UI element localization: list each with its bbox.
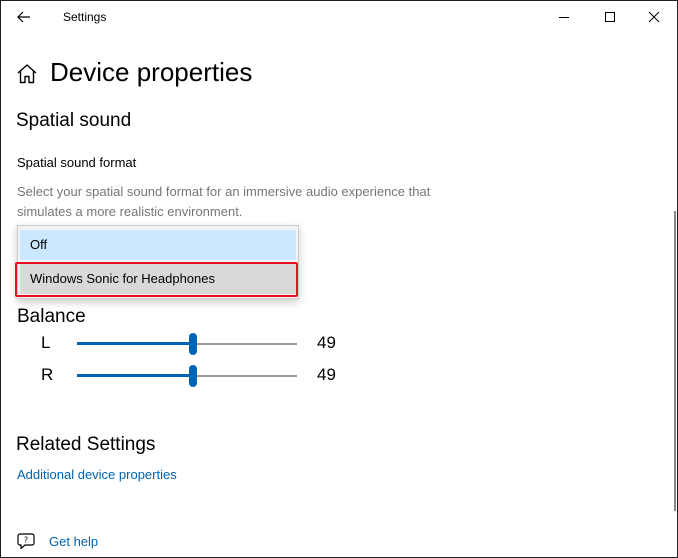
dropdown-option-windows-sonic[interactable]: Windows Sonic for Headphones	[20, 264, 296, 294]
app-title: Settings	[63, 10, 107, 24]
spatial-sound-format-dropdown-list: Off Windows Sonic for Headphones	[17, 225, 299, 299]
balance-value-right: 49	[317, 365, 336, 384]
back-button[interactable]	[9, 3, 39, 31]
spatial-sound-heading: Spatial sound	[16, 110, 132, 131]
spatial-sound-description: Select your spatial sound format for an …	[17, 184, 431, 219]
balance-slider-right[interactable]	[77, 365, 297, 387]
back-arrow-icon	[17, 11, 30, 23]
balance-heading: Balance	[17, 306, 86, 327]
balance-slider-left[interactable]	[77, 333, 297, 355]
settings-window: Settings Device properties Spatial sound…	[0, 0, 678, 558]
svg-text:?: ?	[24, 536, 28, 545]
close-icon	[648, 11, 660, 23]
page-title: Device properties	[50, 57, 253, 87]
scrollbar[interactable]	[674, 211, 676, 511]
slider-thumb[interactable]	[189, 333, 197, 355]
get-help-link[interactable]: Get help	[49, 534, 98, 549]
channel-label-right: R	[41, 365, 54, 384]
related-settings-heading: Related Settings	[16, 434, 156, 455]
maximize-button[interactable]	[587, 1, 633, 33]
home-icon[interactable]	[15, 62, 39, 86]
dropdown-option-off[interactable]: Off	[20, 230, 296, 260]
additional-device-properties-link[interactable]: Additional device properties	[17, 467, 177, 482]
minimize-button[interactable]	[541, 1, 587, 33]
help-chat-icon: ?	[16, 531, 36, 551]
channel-label-left: L	[41, 333, 51, 352]
maximize-icon	[605, 12, 615, 22]
slider-thumb[interactable]	[189, 365, 197, 387]
slider-fill	[77, 342, 193, 345]
minimize-icon	[559, 17, 569, 18]
balance-value-left: 49	[317, 333, 336, 352]
close-button[interactable]	[631, 1, 677, 33]
spatial-sound-format-label: Spatial sound format	[17, 155, 137, 170]
title-bar: Settings	[1, 1, 677, 33]
slider-fill	[77, 374, 193, 377]
